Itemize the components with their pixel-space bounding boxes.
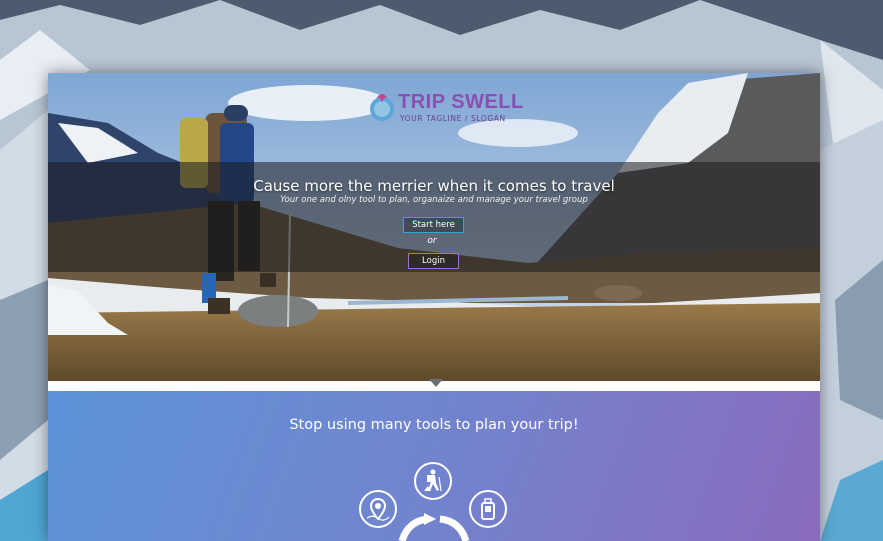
- landing-card: TRIP SWELL YOUR TAGLINE / SLOGAN Cause m…: [48, 73, 820, 541]
- hero-title: Cause more the merrier when it comes to …: [253, 177, 615, 195]
- globe-flame-icon: [370, 94, 394, 121]
- start-here-button[interactable]: Start here: [403, 217, 464, 233]
- features-title: Stop using many tools to plan your trip!: [289, 417, 579, 433]
- login-button[interactable]: Login: [408, 253, 459, 269]
- hiker-icon: [414, 462, 452, 500]
- or-separator: or: [427, 236, 437, 246]
- section-notch-arrow: [429, 379, 443, 387]
- hero-subtitle: Your one and olny tool to plan, organaiz…: [280, 195, 588, 205]
- hero-section: TRIP SWELL YOUR TAGLINE / SLOGAN Cause m…: [48, 73, 820, 381]
- luggage-icon: [469, 490, 507, 528]
- cycle-arrows-icon: [398, 513, 470, 541]
- brand-tagline: YOUR TAGLINE / SLOGAN: [400, 114, 506, 123]
- brand-logo[interactable]: TRIP SWELL YOUR TAGLINE / SLOGAN: [368, 91, 523, 127]
- location-pin-icon: [359, 490, 397, 528]
- features-section: Stop using many tools to plan your trip!: [48, 391, 820, 541]
- brand-name: TRIP SWELL: [398, 91, 524, 113]
